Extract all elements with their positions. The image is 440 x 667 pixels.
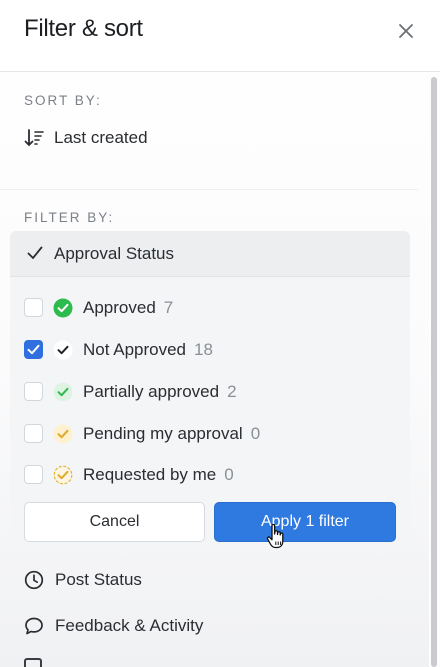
pending-icon — [53, 424, 73, 444]
approved-icon — [53, 298, 73, 318]
post-status-label: Post Status — [55, 570, 142, 589]
option-count: 0 — [250, 424, 261, 443]
option-count: 0 — [224, 465, 234, 484]
sort-descending-icon — [24, 129, 44, 147]
feedback-activity-label: Feedback & Activity — [55, 616, 204, 635]
cancel-button[interactable]: Cancel — [24, 502, 205, 542]
option-count: 7 — [163, 298, 174, 317]
filter-option-not-approved[interactable]: Not Approved 18 — [10, 333, 410, 367]
filter-option-partially-approved[interactable]: Partially approved 2 — [10, 375, 410, 409]
option-label: Approved — [83, 298, 156, 317]
comment-icon — [25, 617, 43, 635]
partially-approved-icon — [53, 382, 73, 402]
filter-post-status[interactable]: Post Status — [24, 567, 142, 593]
checkmark-icon — [27, 246, 43, 259]
option-label: Requested by me — [83, 465, 217, 484]
checkbox-checked[interactable] — [24, 340, 43, 359]
section-divider — [0, 189, 418, 190]
filter-feedback-activity[interactable]: Feedback & Activity — [24, 613, 203, 639]
option-label: Pending my approval — [83, 424, 243, 443]
requested-icon — [53, 465, 73, 485]
option-label: Not Approved — [83, 340, 187, 359]
clock-icon — [24, 570, 44, 590]
sort-section-label: SORT BY: — [24, 93, 102, 108]
checkbox-check-icon — [27, 344, 40, 355]
checkbox[interactable] — [24, 424, 43, 443]
panel-title: Filter & sort — [24, 15, 143, 42]
not-approved-icon — [53, 340, 73, 360]
close-icon[interactable] — [394, 19, 418, 43]
panel-header: Filter & sort — [0, 0, 440, 72]
apply-filter-button[interactable]: Apply 1 filter — [214, 502, 396, 542]
filter-section-label: FILTER BY: — [24, 210, 115, 225]
approval-status-header[interactable]: Approval Status — [10, 231, 410, 277]
checkbox[interactable] — [24, 382, 43, 401]
filter-option-requested-by-me[interactable]: Requested by me 0 — [10, 458, 410, 492]
filter-option-pending-my-approval[interactable]: Pending my approval 0 — [10, 417, 410, 451]
filter-sort-panel: Filter & sort SORT BY: Last created FILT… — [0, 0, 440, 667]
option-count: 18 — [194, 340, 213, 359]
sort-option-button[interactable]: Last created — [24, 126, 148, 150]
filter-option-approved[interactable]: Approved 7 — [10, 291, 410, 325]
sort-option-label: Last created — [54, 128, 148, 147]
option-label: Partially approved — [83, 382, 220, 401]
approval-status-title: Approval Status — [54, 244, 175, 263]
scrollbar-thumb[interactable] — [431, 77, 437, 667]
option-count: 2 — [227, 382, 237, 401]
partially-visible-item-icon — [24, 658, 42, 667]
checkbox[interactable] — [24, 465, 43, 484]
hand-pointer-cursor-icon — [266, 523, 284, 549]
approval-status-filter-group: Approval Status Approved 7 Not Approved 18 — [10, 231, 410, 556]
checkbox[interactable] — [24, 298, 43, 317]
